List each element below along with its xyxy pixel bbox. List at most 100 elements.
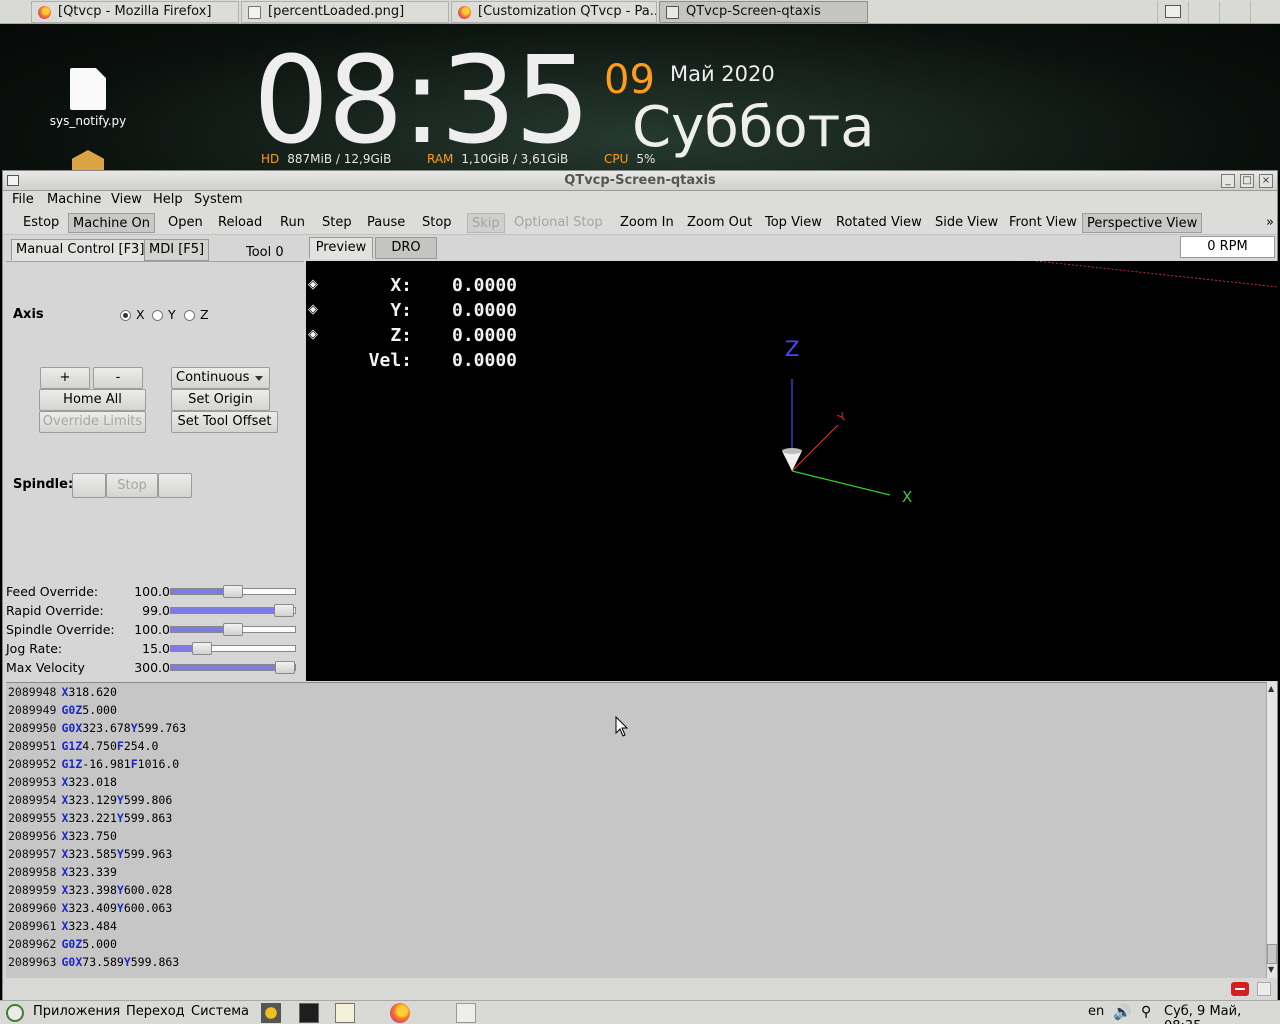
linuxcnc-launcher-icon[interactable] xyxy=(261,1003,281,1023)
gcode-line[interactable]: 2089952 G1Z-16.981F1016.0 xyxy=(8,755,179,773)
menu-file[interactable]: File xyxy=(12,192,34,207)
tab-manual-control[interactable]: Manual Control [F3] xyxy=(11,239,150,261)
gcode-listing[interactable]: 2089948 X318.620 2089949 G0Z5.000 2089950 G0X… xyxy=(6,682,1266,978)
feed-override-slider[interactable] xyxy=(170,585,296,598)
toolbar-overflow-icon[interactable]: » xyxy=(1262,213,1278,233)
axis-y-radio[interactable] xyxy=(152,310,163,321)
rapid-override-slider[interactable] xyxy=(170,604,296,617)
set-tool-offset-button[interactable]: Set Tool Offset xyxy=(171,411,278,433)
slider-handle[interactable] xyxy=(223,623,243,636)
spindle-forward-button[interactable] xyxy=(158,473,192,498)
run-button[interactable]: Run xyxy=(276,213,309,233)
zoom-in-button[interactable]: Zoom In xyxy=(616,213,678,233)
python-file-icon[interactable] xyxy=(70,68,106,110)
gcode-scrollbar[interactable]: ▲ ▼ xyxy=(1266,682,1277,978)
scroll-thumb[interactable] xyxy=(1267,944,1277,964)
workspace-2[interactable] xyxy=(1219,1,1249,23)
gcode-line[interactable]: 2089956 X323.750 xyxy=(8,827,117,845)
max-velocity-slider[interactable] xyxy=(170,661,296,674)
top-view-button[interactable]: Top View xyxy=(761,213,826,233)
skip-button[interactable]: Skip xyxy=(467,213,505,233)
show-desktop-button[interactable] xyxy=(1157,1,1187,23)
task-qtvcp-screen[interactable]: QTvcp-Screen-qtaxis xyxy=(659,1,868,23)
estop-button[interactable]: Estop xyxy=(19,213,63,233)
menu-help[interactable]: Help xyxy=(153,192,183,207)
jog-rate-slider[interactable] xyxy=(170,642,296,655)
workspace-3[interactable] xyxy=(1250,1,1280,23)
slider-handle[interactable] xyxy=(223,585,243,598)
tab-mdi[interactable]: MDI [F5] xyxy=(144,239,210,261)
menu-view[interactable]: View xyxy=(111,192,142,207)
rotated-view-button[interactable]: Rotated View xyxy=(832,213,926,233)
optional-stop-button[interactable]: Optional Stop xyxy=(510,213,607,233)
machine-on-button[interactable]: Machine On xyxy=(68,213,156,233)
step-button[interactable]: Step xyxy=(318,213,356,233)
slider-handle[interactable] xyxy=(192,642,212,655)
slider-handle[interactable] xyxy=(275,661,295,674)
spindle-stop-button[interactable]: Stop xyxy=(106,473,158,498)
pause-button[interactable]: Pause xyxy=(363,213,409,233)
folder-icon[interactable] xyxy=(72,150,104,172)
clock-datetime[interactable]: Суб, 9 Май, 08:35 xyxy=(1164,1004,1280,1024)
minimize-button[interactable]: _ xyxy=(1221,174,1235,188)
scroll-up-icon[interactable]: ▲ xyxy=(1268,684,1274,693)
jog-mode-select[interactable]: Continuous xyxy=(171,367,270,389)
gcode-line[interactable]: 2089949 G0Z5.000 xyxy=(8,701,117,719)
axis-z-radio[interactable] xyxy=(184,310,195,321)
spindle-override-slider[interactable] xyxy=(170,623,296,636)
volume-icon[interactable]: 🔊 xyxy=(1113,1003,1132,1023)
gcode-line[interactable]: 2089953 X323.018 xyxy=(8,773,117,791)
menu-system[interactable]: System xyxy=(194,192,242,207)
close-button[interactable]: × xyxy=(1259,174,1273,188)
gcode-line[interactable]: 2089948 X318.620 xyxy=(8,683,117,701)
gcode-line[interactable]: 2089950 G0X323.678Y599.763 xyxy=(8,719,186,737)
perspective-view-button[interactable]: Perspective View xyxy=(1082,213,1203,233)
gcode-line[interactable]: 2089955 X323.221Y599.863 xyxy=(8,809,172,827)
gcode-line[interactable]: 2089963 G0X73.589Y599.863 xyxy=(8,953,179,971)
task-percent-loaded[interactable]: [percentLoaded.png] xyxy=(241,1,449,23)
spindle-reverse-button[interactable] xyxy=(72,473,106,498)
gcode-line[interactable]: 2089951 G1Z4.750F254.0 xyxy=(8,737,158,755)
open-button[interactable]: Open xyxy=(164,213,207,233)
side-view-button[interactable]: Side View xyxy=(931,213,1002,233)
network-icon[interactable]: ⚲ xyxy=(1141,1003,1159,1023)
front-view-button[interactable]: Front View xyxy=(1005,213,1081,233)
gcode-line[interactable]: 2089957 X323.585Y599.963 xyxy=(8,845,172,863)
tab-dro[interactable]: DRO xyxy=(375,237,437,259)
jog-minus-button[interactable]: - xyxy=(93,367,143,389)
axis-x-radio[interactable] xyxy=(120,310,131,321)
home-all-button[interactable]: Home All xyxy=(39,389,146,411)
menu-machine[interactable]: Machine xyxy=(47,192,101,207)
task-firefox-customization[interactable]: [Customization QTvcp - Pa... xyxy=(451,1,657,23)
firefox-launcher-icon[interactable] xyxy=(390,1003,410,1023)
jog-plus-button[interactable]: + xyxy=(40,367,90,389)
gcode-line[interactable]: 2089962 G0Z5.000 xyxy=(8,935,117,953)
gcode-line[interactable]: 2089954 X323.129Y599.806 xyxy=(8,791,172,809)
system-menu[interactable]: Система xyxy=(191,1004,249,1019)
terminal-launcher-icon[interactable] xyxy=(299,1003,319,1023)
keyboard-layout-indicator[interactable]: en xyxy=(1088,1004,1104,1019)
desktop-icon-label[interactable]: sys_notify.py xyxy=(40,114,136,128)
slider-handle[interactable] xyxy=(274,604,294,617)
window-titlebar[interactable]: QTvcp-Screen-qtaxis _ □ × xyxy=(3,171,1277,191)
zoom-out-button[interactable]: Zoom Out xyxy=(683,213,756,233)
maximize-button[interactable]: □ xyxy=(1240,174,1254,188)
gcode-preview-canvas[interactable]: Z Y X ◈ ◈ ◈ X: 0.0000 Y: 0.0000 Z: 0.000… xyxy=(306,261,1278,681)
trash-applet-icon[interactable] xyxy=(456,1003,476,1023)
gcode-line[interactable]: 2089960 X323.409Y600.063 xyxy=(8,899,172,917)
gcode-line[interactable]: 2089961 X323.484 xyxy=(8,917,117,935)
workspace-1[interactable] xyxy=(1188,1,1218,23)
reload-button[interactable]: Reload xyxy=(214,213,266,233)
gcode-line[interactable]: 2089958 X323.339 xyxy=(8,863,117,881)
stop-button[interactable]: Stop xyxy=(418,213,456,233)
estop-status-icon[interactable] xyxy=(1231,982,1249,996)
set-origin-button[interactable]: Set Origin xyxy=(171,389,270,411)
places-menu[interactable]: Переход xyxy=(126,1004,185,1019)
override-limits-button[interactable]: Override Limits xyxy=(39,411,146,433)
tab-preview[interactable]: Preview xyxy=(309,237,373,259)
text-editor-launcher-icon[interactable] xyxy=(335,1003,355,1023)
gnome-menu-icon[interactable] xyxy=(6,1004,24,1022)
gcode-line[interactable]: 2089959 X323.398Y600.028 xyxy=(8,881,172,899)
resize-grip-icon[interactable] xyxy=(1257,982,1271,996)
applications-menu[interactable]: Приложения xyxy=(33,1004,120,1019)
